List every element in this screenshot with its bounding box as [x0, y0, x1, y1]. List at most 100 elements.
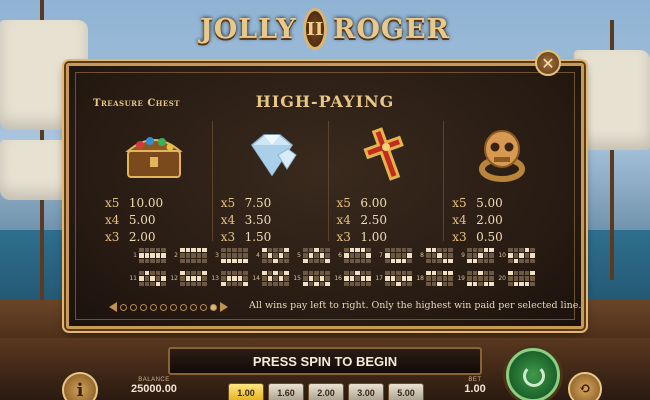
- symbol-column: x5 10.00 x4 5.00 x3 2.00: [97, 121, 212, 244]
- payout-row: x3 0.50: [452, 230, 503, 244]
- payline-pattern: [180, 270, 207, 287]
- payline: 10: [498, 246, 535, 265]
- payline: 16: [334, 269, 371, 288]
- skull-ring-icon: [470, 125, 534, 183]
- payout-list: x5 5.00 x4 2.00 x3 0.50: [444, 195, 503, 246]
- payline-number: 16: [334, 275, 342, 282]
- close-button[interactable]: ✕: [535, 50, 561, 76]
- logo-text-right: ROGER: [332, 13, 450, 45]
- bet-option-button[interactable]: 2.00: [308, 383, 344, 400]
- page-dot[interactable]: [200, 303, 207, 311]
- page-dot[interactable]: [130, 303, 137, 311]
- payline-row: 1 2 3 4 5 6 7 8 9 10: [129, 246, 535, 265]
- next-page-arrow-icon[interactable]: [220, 302, 228, 312]
- payout-row: x4 3.50: [220, 213, 272, 227]
- symbol-column: x5 7.50 x4 3.50 x3 1.50: [211, 121, 328, 244]
- logo-text-left: JOLLY: [200, 13, 297, 45]
- payline-pattern: [262, 247, 289, 264]
- spin-button[interactable]: [506, 348, 560, 400]
- payline-pattern: [139, 247, 166, 264]
- payline-pattern: [508, 247, 535, 264]
- payline-number: 12: [170, 275, 178, 282]
- logo-emblem: II: [302, 8, 327, 50]
- bet-option-button[interactable]: 3.00: [348, 383, 384, 400]
- payline: 18: [416, 269, 453, 288]
- payline: 8: [416, 246, 453, 265]
- page-dot[interactable]: [180, 303, 187, 311]
- bet-option-button[interactable]: 5.00: [388, 383, 424, 400]
- payline-number: 19: [457, 275, 465, 282]
- payline-number: 17: [375, 275, 383, 282]
- payline-number: 10: [498, 252, 506, 259]
- payline-pattern: [385, 247, 412, 264]
- payout-list: x5 7.50 x4 3.50 x3 1.50: [213, 195, 272, 246]
- paytable-title: HIGH-PAYING: [255, 92, 395, 111]
- balance-value: 25000.00: [131, 383, 177, 395]
- payout-row: x5 6.00: [336, 196, 388, 210]
- payline-number: 20: [498, 275, 506, 282]
- payout-row: x4 2.50: [336, 213, 388, 227]
- payline-pattern: [385, 270, 412, 287]
- page-dot[interactable]: [150, 303, 157, 311]
- payline-pattern: [303, 247, 330, 264]
- bet-options: 1.00 1.60 2.00 3.00 5.00: [228, 383, 424, 400]
- payline: 15: [293, 269, 330, 288]
- payline-pattern: [467, 247, 494, 264]
- payline-pattern: [426, 270, 453, 287]
- payline-pattern: [303, 270, 330, 287]
- info-button[interactable]: i: [62, 372, 98, 400]
- payline: 7: [375, 246, 412, 265]
- payline: 1: [129, 246, 166, 265]
- paytable-panel: Treasure Chest HIGH-PAYING x5 10.00 x4 5…: [66, 63, 584, 329]
- payline-number: 15: [293, 275, 301, 282]
- payout-row: x3 1.00: [336, 230, 388, 244]
- payline: 11: [129, 269, 166, 288]
- ruby-cross-icon: [354, 125, 418, 183]
- payline-pattern: [139, 270, 166, 287]
- payline-pattern: [426, 247, 453, 264]
- page-dot[interactable]: [140, 303, 147, 311]
- autoplay-button[interactable]: ⟲: [568, 372, 602, 400]
- treasure-chest-icon: [122, 125, 186, 183]
- page-dot[interactable]: [120, 303, 127, 311]
- previous-page-arrow-icon[interactable]: [109, 302, 117, 312]
- balance-display: BALANCE 25000.00: [110, 377, 198, 400]
- payline-number: 4: [256, 252, 260, 259]
- payout-row: x3 1.50: [220, 230, 272, 244]
- bet-option-button[interactable]: 1.60: [268, 383, 304, 400]
- rules-note: All wins pay left to right. Only the hig…: [249, 300, 582, 311]
- payout-row: x4 2.00: [452, 213, 503, 227]
- payline-number: 8: [420, 252, 424, 259]
- payline: 3: [211, 246, 248, 265]
- payline-number: 1: [133, 252, 137, 259]
- payout-row: x3 2.00: [105, 230, 156, 244]
- page-dot[interactable]: [160, 303, 167, 311]
- payline-pattern: [344, 270, 371, 287]
- page-dot[interactable]: [210, 303, 217, 311]
- symbol-list: x5 10.00 x4 5.00 x3 2.00 x5 7.50 x4 3.50…: [97, 121, 559, 244]
- payline: 13: [211, 269, 248, 288]
- autoplay-icon: ⟲: [579, 381, 591, 397]
- payline: 17: [375, 269, 412, 288]
- payline-pattern: [180, 247, 207, 264]
- paylines-grid: 1 2 3 4 5 6 7 8 9 10 11 12 13 14 15 16 17 18 19 20: [129, 246, 535, 288]
- payline-row: 11 12 13 14 15 16 17 18 19 20: [129, 269, 535, 288]
- payout-list: x5 6.00 x4 2.50 x3 1.00: [329, 195, 388, 246]
- bet-value: 1.00: [464, 383, 486, 395]
- page-indicator: [109, 302, 228, 312]
- payline: 2: [170, 246, 207, 265]
- payline: 14: [252, 269, 289, 288]
- bet-option-button[interactable]: 1.00: [228, 383, 264, 400]
- game-logo: JOLLY II ROGER: [200, 4, 450, 54]
- page-dot[interactable]: [170, 303, 177, 311]
- symbol-column: x5 5.00 x4 2.00 x3 0.50: [443, 121, 559, 244]
- payline-pattern: [344, 247, 371, 264]
- page-dot[interactable]: [190, 303, 197, 311]
- payout-row: x5 5.00: [452, 196, 503, 210]
- payline-pattern: [262, 270, 289, 287]
- payline-number: 3: [215, 252, 219, 259]
- message-banner: PRESS SPIN TO BEGIN: [168, 347, 482, 375]
- payout-row: x5 7.50: [220, 196, 272, 210]
- payout-list: x5 10.00 x4 5.00 x3 2.00: [97, 195, 163, 246]
- symbol-column: x5 6.00 x4 2.50 x3 1.00: [327, 121, 444, 244]
